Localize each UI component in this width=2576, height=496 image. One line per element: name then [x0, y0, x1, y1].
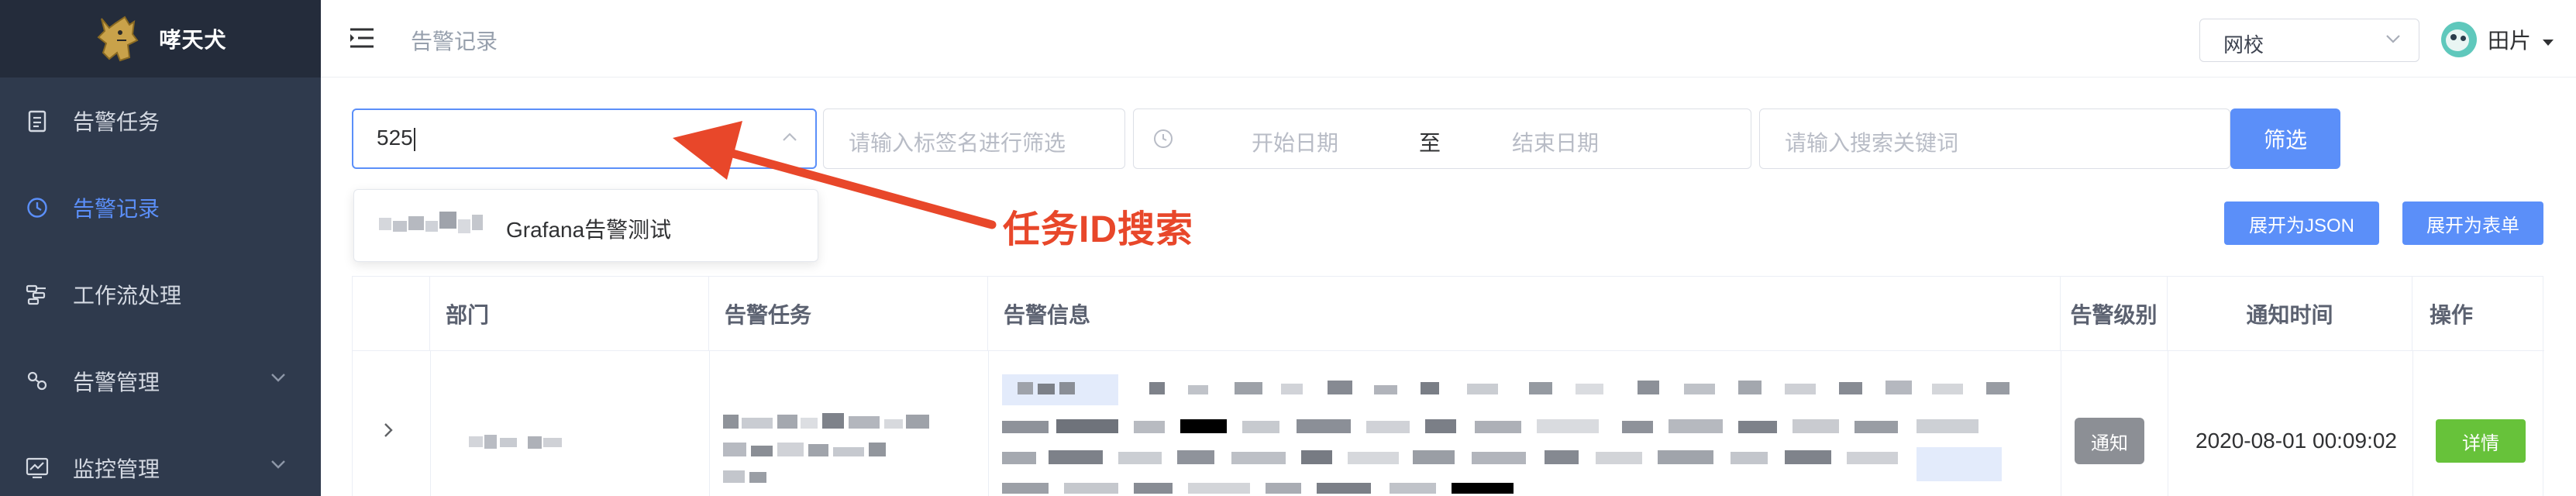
- notify-time: 2020-08-01 00:09:02: [2195, 429, 2397, 453]
- annotation-text: 任务ID搜索: [1003, 209, 1194, 250]
- header-alert-level: 告警级别: [2061, 277, 2168, 351]
- topbar: 告警记录 网校 田片: [321, 0, 2576, 78]
- sidebar-item-label: 告警任务: [73, 110, 160, 134]
- header-expand: [353, 277, 430, 351]
- row-expand-icon[interactable]: [382, 421, 394, 439]
- user-menu[interactable]: 田片: [2441, 20, 2554, 59]
- end-date-input[interactable]: 结束日期: [1512, 126, 1599, 157]
- brand[interactable]: 哮天犬: [0, 0, 321, 78]
- sidebar-item-label: 监控管理: [73, 457, 160, 481]
- sidebar-item-label: 工作流处理: [73, 284, 182, 308]
- breadcrumb[interactable]: 告警记录: [411, 25, 498, 56]
- expand-json-button[interactable]: 展开为JSON: [2224, 202, 2379, 245]
- school-select[interactable]: 网校: [2199, 19, 2419, 62]
- blurred-alert-info: [1002, 374, 2009, 494]
- clock-icon: [25, 195, 50, 220]
- sidebar-item-alert-management[interactable]: 告警管理: [0, 338, 321, 425]
- task-search-value: 525: [377, 126, 413, 150]
- sidebar: 哮天犬 告警任务 告警记录 工作流处理 告警管理 监控管理: [0, 0, 321, 496]
- task-search-input[interactable]: 525: [352, 108, 817, 169]
- detail-button[interactable]: 详情: [2436, 419, 2526, 463]
- dropdown-option[interactable]: Grafana告警测试: [506, 213, 671, 244]
- keyword-search-input[interactable]: 请输入搜索关键词: [1759, 108, 2230, 169]
- clipboard-icon: [25, 108, 50, 133]
- keyword-placeholder: 请输入搜索关键词: [1785, 131, 1959, 155]
- tag-filter-input[interactable]: 请输入标签名进行筛选: [823, 108, 1125, 169]
- chevron-up-icon: [783, 133, 797, 141]
- app-name: 哮天犬: [159, 28, 227, 52]
- task-dropdown: Grafana告警测试: [353, 189, 818, 262]
- menu-collapse-icon[interactable]: [349, 26, 375, 50]
- sidebar-item-alert-tasks[interactable]: 告警任务: [0, 78, 321, 164]
- monitor-chart-icon: [25, 456, 50, 480]
- chevron-down-icon: [271, 374, 285, 382]
- header-department: 部门: [430, 277, 709, 351]
- sidebar-item-alert-records[interactable]: 告警记录: [0, 164, 321, 251]
- expand-form-button[interactable]: 展开为表单: [2402, 202, 2543, 245]
- sidebar-item-label: 告警管理: [73, 370, 160, 394]
- chevron-down-icon: [2386, 35, 2400, 43]
- blurred-department: [469, 435, 562, 449]
- avatar: [2441, 22, 2477, 57]
- alert-records-table: 部门 告警任务 告警信息 告警级别 通知时间 操作 通知 2020-08-01 …: [352, 276, 2544, 496]
- start-date-input[interactable]: 开始日期: [1252, 126, 1338, 157]
- sidebar-item-workflow[interactable]: 工作流处理: [0, 251, 321, 338]
- gear-nodes-icon: [25, 369, 50, 394]
- sidebar-item-monitor-management[interactable]: 监控管理: [0, 425, 321, 496]
- clock-icon: [1154, 129, 1173, 148]
- filter-button[interactable]: 筛选: [2230, 108, 2340, 169]
- blurred-task-id: [379, 212, 483, 233]
- header-notify-time: 通知时间: [2168, 277, 2412, 351]
- user-name: 田片: [2488, 29, 2532, 53]
- blurred-alert-task: [723, 413, 929, 483]
- workflow-icon: [25, 282, 50, 307]
- dog-logo-icon: [97, 16, 139, 62]
- header-alert-info: 告警信息: [988, 277, 2061, 351]
- range-separator: 至: [1419, 131, 1441, 155]
- tag-filter-placeholder: 请输入标签名进行筛选: [849, 131, 1066, 155]
- date-range-picker[interactable]: 开始日期 至 结束日期: [1133, 108, 1751, 169]
- school-select-value: 网校: [2223, 33, 2264, 57]
- header-actions: 操作: [2430, 303, 2474, 327]
- caret-down-icon: [2543, 40, 2554, 46]
- chevron-down-icon: [271, 460, 285, 469]
- sidebar-item-label: 告警记录: [73, 197, 160, 221]
- alert-level-badge: 通知: [2075, 418, 2144, 464]
- header-alert-task: 告警任务: [709, 277, 988, 351]
